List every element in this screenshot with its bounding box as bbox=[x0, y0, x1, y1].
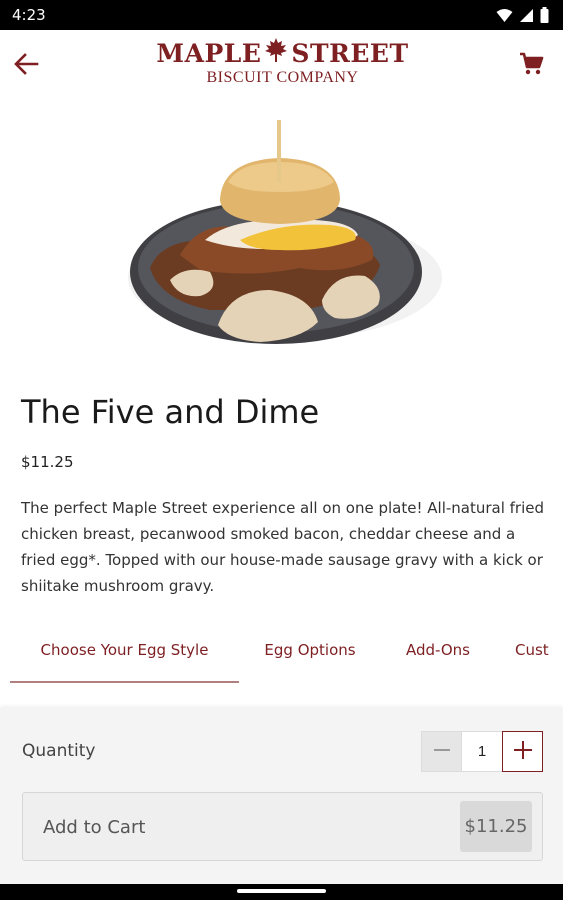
tab-add-ons[interactable]: Add-Ons bbox=[390, 625, 486, 683]
product-title: The Five and Dime bbox=[21, 393, 320, 431]
tab-customize[interactable]: Cust bbox=[505, 625, 563, 683]
quantity-stepper: 1 bbox=[421, 731, 543, 772]
home-gesture-handle[interactable] bbox=[237, 889, 326, 893]
logo-word-maple: MAPLE bbox=[156, 38, 262, 68]
product-image bbox=[0, 100, 563, 380]
option-tabs: Choose Your Egg Style Egg Options Add-On… bbox=[0, 625, 563, 683]
maple-leaf-icon bbox=[265, 38, 288, 69]
status-time: 4:23 bbox=[12, 6, 46, 24]
plus-icon bbox=[513, 736, 533, 767]
wifi-icon bbox=[496, 8, 513, 28]
cart-button[interactable] bbox=[513, 48, 549, 84]
status-icons bbox=[496, 7, 549, 28]
order-panel: Quantity 1 Add to Cart $11.25 bbox=[0, 708, 563, 884]
back-button[interactable] bbox=[8, 48, 44, 84]
back-arrow-icon bbox=[13, 52, 39, 81]
tab-egg-options[interactable]: Egg Options bbox=[250, 625, 370, 683]
quantity-decrease-button[interactable] bbox=[421, 731, 462, 772]
cart-icon bbox=[518, 51, 544, 82]
signal-icon bbox=[519, 8, 534, 28]
quantity-value[interactable]: 1 bbox=[462, 731, 502, 772]
logo-word-street: STREET bbox=[291, 38, 409, 68]
status-bar: 4:23 bbox=[0, 0, 563, 30]
add-to-cart-amount: $11.25 bbox=[460, 801, 532, 852]
brand-logo: MAPLE STREET BISCUIT COMPANY bbox=[145, 38, 420, 92]
system-nav-bar bbox=[0, 884, 563, 900]
quantity-label: Quantity bbox=[22, 741, 96, 761]
add-to-cart-label: Add to Cart bbox=[43, 817, 146, 838]
quantity-increase-button[interactable] bbox=[502, 731, 543, 772]
product-price: $11.25 bbox=[21, 453, 74, 471]
logo-subtitle: BISCUIT COMPANY bbox=[206, 69, 359, 86]
product-description: The perfect Maple Street experience all … bbox=[21, 499, 545, 595]
battery-icon bbox=[540, 7, 549, 28]
app-header: MAPLE STREET BISCUIT COMPANY bbox=[0, 30, 563, 100]
add-to-cart-button[interactable]: Add to Cart $11.25 bbox=[22, 792, 543, 861]
minus-icon bbox=[433, 738, 451, 766]
tab-choose-egg-style[interactable]: Choose Your Egg Style bbox=[10, 625, 239, 683]
